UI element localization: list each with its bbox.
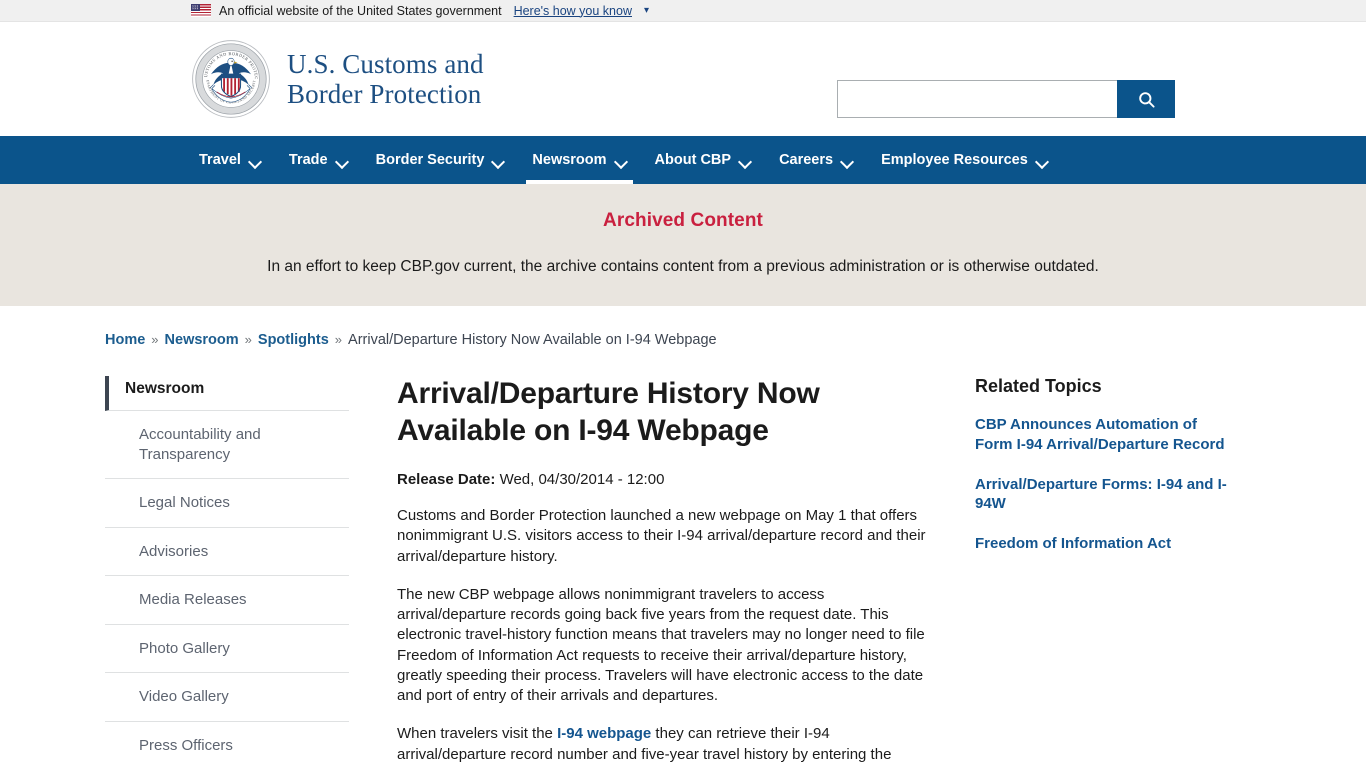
release-date-line: Release Date: Wed, 04/30/2014 - 12:00 [397, 471, 927, 488]
nav-item-newsroom[interactable]: Newsroom [518, 136, 640, 184]
article: Arrival/Departure History Now Available … [373, 376, 951, 768]
release-date-value: Wed, 04/30/2014 - 12:00 [499, 471, 665, 489]
sidebar-item-press-officers[interactable]: Press Officers [105, 722, 349, 768]
search-input[interactable] [837, 80, 1117, 118]
nav-item-careers[interactable]: Careers [765, 136, 867, 184]
paragraph-3-text-before: When travelers visit the [397, 725, 558, 743]
sidebar-item-advisories[interactable]: Advisories [105, 528, 349, 576]
sidebar-item-media-releases[interactable]: Media Releases [105, 576, 349, 625]
gov-banner: An official website of the United States… [0, 0, 1366, 22]
how-you-know-link[interactable]: Here's how you know [514, 4, 632, 18]
site-logo-link[interactable]: U.S. CUSTOMS AND BORDER PROTECTION DEPAR… [189, 35, 484, 119]
breadcrumb-item-home[interactable]: Home [105, 332, 145, 348]
us-flag-icon [191, 4, 211, 17]
breadcrumb-item-spotlights[interactable]: Spotlights [258, 332, 329, 348]
sidebar-item-legal-notices[interactable]: Legal Notices [105, 479, 349, 528]
related-topic-link-2[interactable]: Arrival/Departure Forms: I-94 and I-94W [975, 475, 1237, 515]
chevron-down-icon[interactable] [337, 157, 348, 164]
nav-item-employee-resources[interactable]: Employee Resources [867, 136, 1062, 184]
sidebar: Newsroom Accountability and Transparency… [105, 376, 373, 768]
breadcrumb-separator: » [244, 332, 252, 347]
site-header: U.S. CUSTOMS AND BORDER PROTECTION DEPAR… [0, 22, 1366, 136]
main-navigation: Travel Trade Border Security Newsroom About … [0, 136, 1366, 184]
nav-item-about-cbp[interactable]: About CBP [641, 136, 766, 184]
article-paragraph-1: Customs and Border Protection launched a… [397, 507, 926, 565]
nav-item-label: Employee Resources [881, 152, 1028, 168]
related-topic-link-1[interactable]: CBP Announces Automation of Form I-94 Ar… [975, 415, 1237, 455]
nav-item-label: About CBP [654, 152, 732, 168]
site-search [837, 80, 1175, 118]
related-topics-list: CBP Announces Automation of Form I-94 Ar… [975, 415, 1237, 554]
gov-banner-text: An official website of the United States… [219, 3, 502, 18]
brand-line-1: U.S. Customs and [287, 48, 484, 79]
archived-title: Archived Content [603, 210, 763, 231]
gov-banner-inner: An official website of the United States… [183, 4, 1183, 18]
header-inner: U.S. CUSTOMS AND BORDER PROTECTION DEPAR… [183, 22, 1183, 136]
chevron-down-icon[interactable] [250, 157, 261, 164]
breadcrumb-item-newsroom[interactable]: Newsroom [165, 332, 239, 348]
nav-item-border-security[interactable]: Border Security [362, 136, 519, 184]
breadcrumb-item-current: Arrival/Departure History Now Available … [348, 332, 717, 348]
related-topics-title: Related Topics [975, 376, 1102, 396]
nav-item-travel[interactable]: Travel [191, 136, 275, 184]
breadcrumb-separator: » [334, 332, 343, 347]
chevron-down-icon[interactable] [842, 157, 853, 164]
main-navigation-list: Travel Trade Border Security Newsroom About … [183, 136, 1183, 184]
sidebar-heading-newsroom[interactable]: Newsroom [105, 376, 349, 411]
chevron-down-icon[interactable] [1037, 157, 1048, 164]
chevron-down-icon[interactable]: ▾ [644, 5, 649, 16]
page-title: Arrival/Departure History Now Available … [397, 377, 820, 447]
search-button[interactable] [1117, 80, 1175, 118]
chevron-down-icon[interactable] [493, 157, 504, 164]
related-topic-link-3[interactable]: Freedom of Information Act [975, 534, 1237, 554]
nav-item-label: Newsroom [532, 152, 607, 168]
nav-item-label: Trade [288, 152, 328, 168]
sidebar-menu: Accountability and Transparency Legal Not… [105, 411, 349, 768]
chevron-down-icon[interactable] [616, 157, 627, 164]
i94-webpage-link[interactable]: I-94 webpage [557, 725, 651, 742]
cbp-seal-icon: U.S. CUSTOMS AND BORDER PROTECTION DEPAR… [189, 35, 271, 119]
nav-item-label: Travel [199, 152, 241, 168]
sidebar-item-accountability-and-transparency[interactable]: Accountability and Transparency [105, 411, 349, 479]
nav-item-label: Border Security [375, 152, 485, 168]
nav-item-label: Careers [779, 152, 834, 168]
release-date-label: Release Date: [397, 471, 496, 489]
breadcrumb: Home » Newsroom » Spotlights » Arrival/Departu… [105, 306, 1261, 348]
article-paragraph-3: When travelers visit the I-94 webpage th… [397, 724, 927, 768]
sidebar-item-video-gallery[interactable]: Video Gallery [105, 673, 349, 722]
sidebar-item-photo-gallery[interactable]: Photo Gallery [105, 625, 349, 673]
chevron-down-icon[interactable] [740, 157, 751, 164]
archived-description: In an effort to keep CBP.gov current, th… [267, 258, 1099, 275]
brand-wordmark: U.S. Customs and Border Protection [287, 49, 484, 109]
related-topics: Related Topics CBP Announces Automation … [951, 376, 1237, 768]
brand-line-2: Border Protection [287, 79, 482, 109]
archived-content-banner: Archived Content In an effort to keep CB… [0, 184, 1366, 306]
page-content: Newsroom Accountability and Transparency… [105, 348, 1261, 768]
article-paragraph-2: The new CBP webpage allows nonimmigrant … [397, 585, 925, 705]
search-icon [1138, 91, 1155, 108]
breadcrumb-separator: » [151, 332, 159, 347]
nav-item-trade[interactable]: Trade [275, 136, 362, 184]
